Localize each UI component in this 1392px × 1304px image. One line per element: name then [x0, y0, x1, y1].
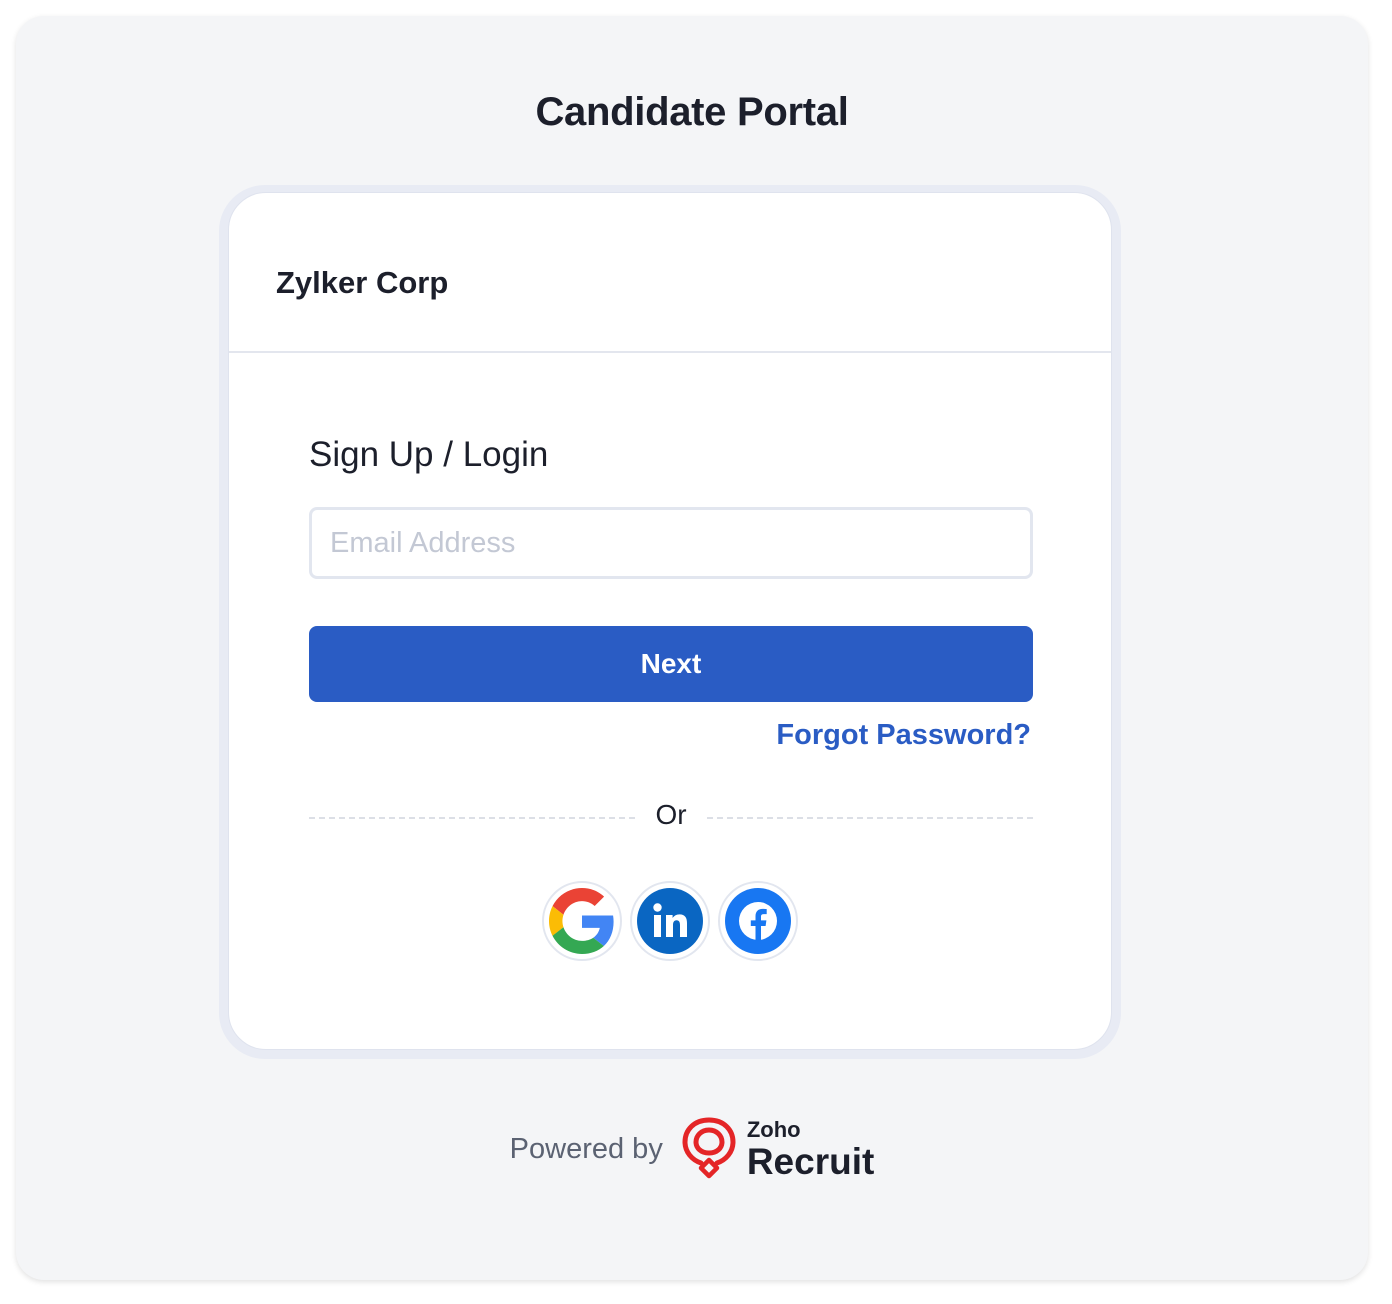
- or-divider: Or: [309, 797, 1033, 837]
- forgot-password-link[interactable]: Forgot Password?: [776, 719, 1031, 752]
- login-card: Zylker Corp Sign Up / Login Next Forgot …: [228, 192, 1112, 1050]
- portal-frame: Candidate Portal Zylker Corp Sign Up / L…: [16, 16, 1368, 1280]
- brand-recruit: Recruit: [746, 1140, 875, 1182]
- page-title: Candidate Portal: [535, 90, 849, 134]
- linkedin-login-button[interactable]: [630, 881, 710, 961]
- brand-text: Zoho Recruit: [746, 1116, 875, 1182]
- facebook-icon: [725, 888, 791, 954]
- card-header: Zylker Corp: [229, 193, 1111, 353]
- divider-line-right: [707, 817, 1033, 819]
- powered-by-footer: Powered by Zoho Recruit: [16, 1114, 1368, 1184]
- powered-by-label: Powered by: [509, 1132, 663, 1165]
- brand-zoho: Zoho: [746, 1116, 801, 1142]
- zoho-recruit-logo-icon: [682, 1117, 736, 1179]
- next-button[interactable]: Next: [309, 626, 1033, 702]
- google-icon: [549, 888, 614, 954]
- login-heading: Sign Up / Login: [309, 435, 549, 474]
- company-name: Zylker Corp: [276, 265, 449, 300]
- divider-label: Or: [655, 799, 687, 830]
- email-field[interactable]: [309, 507, 1033, 579]
- zoho-recruit-logo: Zoho Recruit: [679, 1114, 874, 1184]
- social-login-row: [229, 881, 1111, 961]
- linkedin-icon: [637, 888, 703, 954]
- facebook-login-button[interactable]: [718, 881, 798, 961]
- google-login-button[interactable]: [542, 881, 622, 961]
